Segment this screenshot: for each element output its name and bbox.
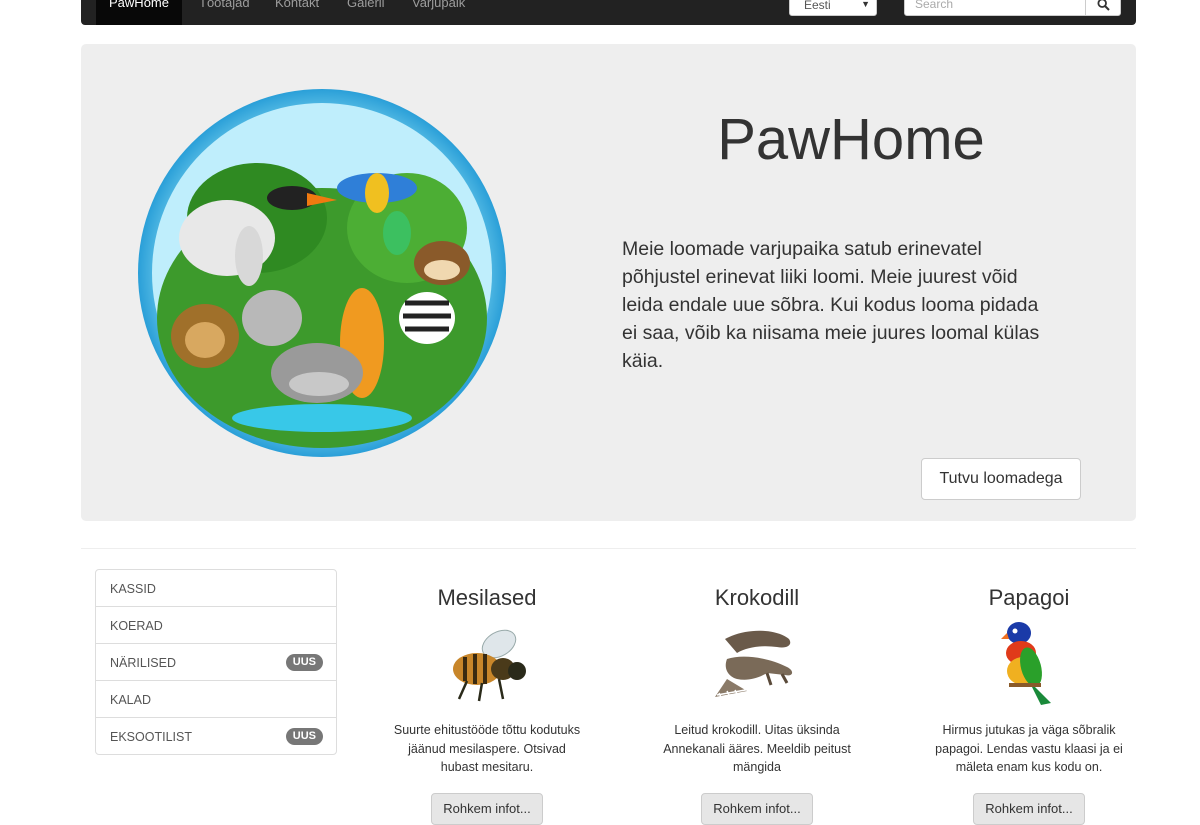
sidebar-item-label: NÄRILISED xyxy=(110,656,176,670)
hero-description: Meie loomade varjupaika satub erinevatel… xyxy=(622,238,1040,372)
nav-link-varjupaik[interactable]: Varjupaik xyxy=(412,0,465,18)
nav-link-tootajad[interactable]: Töötajad xyxy=(199,0,250,18)
chevron-down-icon: ▼ xyxy=(861,0,870,9)
parrot-image xyxy=(1001,622,1051,705)
crocodile-image xyxy=(715,630,793,698)
section-divider xyxy=(81,548,1136,549)
card-description: Suurte ehitustööde tõttu kodutuks jäänud… xyxy=(393,723,581,774)
sidebar-item-kassid[interactable]: KASSID xyxy=(95,569,337,607)
more-info-button[interactable]: Rohkem infot... xyxy=(701,792,813,825)
more-info-button[interactable]: Rohkem infot... xyxy=(431,792,543,825)
sidebar-item-label: KALAD xyxy=(110,693,151,707)
card-title: Mesilased xyxy=(437,585,537,610)
sidebar-item-eksootilist[interactable]: EKSOOTILIST UUS xyxy=(95,717,337,755)
sidebar-item-kalad[interactable]: KALAD xyxy=(95,680,337,718)
search-button[interactable] xyxy=(1085,0,1121,16)
card-title: Papagoi xyxy=(988,585,1070,610)
sidebar-item-label: EKSOOTILIST xyxy=(110,730,192,744)
language-select-value: Eesti xyxy=(804,0,831,12)
category-sidebar: KASSID KOERAD NÄRILISED UUS KALAD EKSOOT… xyxy=(95,569,337,755)
card-title: Krokodill xyxy=(714,585,800,610)
new-badge: UUS xyxy=(285,728,323,745)
animal-card-bees: Mesilased Suurte ehitustööde tõttu kodut… xyxy=(372,585,602,825)
hero-title: PawHome xyxy=(717,107,985,172)
jungle-animals-illustration xyxy=(138,89,506,457)
nav-brand-link[interactable]: PawHome xyxy=(96,0,182,25)
search-icon xyxy=(1097,0,1110,11)
sidebar-item-label: KASSID xyxy=(110,582,156,596)
animal-card-parrot: Papagoi Hirmus jutukas ja väga sõbralik … xyxy=(914,585,1144,825)
sidebar-item-narilised[interactable]: NÄRILISED UUS xyxy=(95,643,337,681)
sidebar-item-koerad[interactable]: KOERAD xyxy=(95,606,337,644)
hero-section: PawHome Meie loomade varjupaika satub er… xyxy=(81,44,1136,521)
bee-image xyxy=(453,629,526,702)
new-badge: UUS xyxy=(285,654,323,671)
language-select[interactable]: Eesti ▼ xyxy=(789,0,877,16)
animal-card-crocodile: Krokodill Leitud krokodill. Uitas üksind… xyxy=(642,585,872,825)
nav-link-galerii[interactable]: Galerii xyxy=(347,0,385,18)
top-navbar: PawHome Töötajad Kontakt Galerii Varjupa… xyxy=(81,0,1136,25)
sidebar-item-label: KOERAD xyxy=(110,619,163,633)
card-description: Leitud krokodill. Uitas üksinda Annekana… xyxy=(663,723,851,774)
meet-animals-button[interactable]: Tutvu loomadega xyxy=(921,458,1081,500)
more-info-button[interactable]: Rohkem infot... xyxy=(973,792,1085,825)
nav-link-kontakt[interactable]: Kontakt xyxy=(275,0,319,18)
card-description: Hirmus jutukas ja väga sõbralik papagoi.… xyxy=(935,723,1123,774)
search-input[interactable] xyxy=(904,0,1086,16)
